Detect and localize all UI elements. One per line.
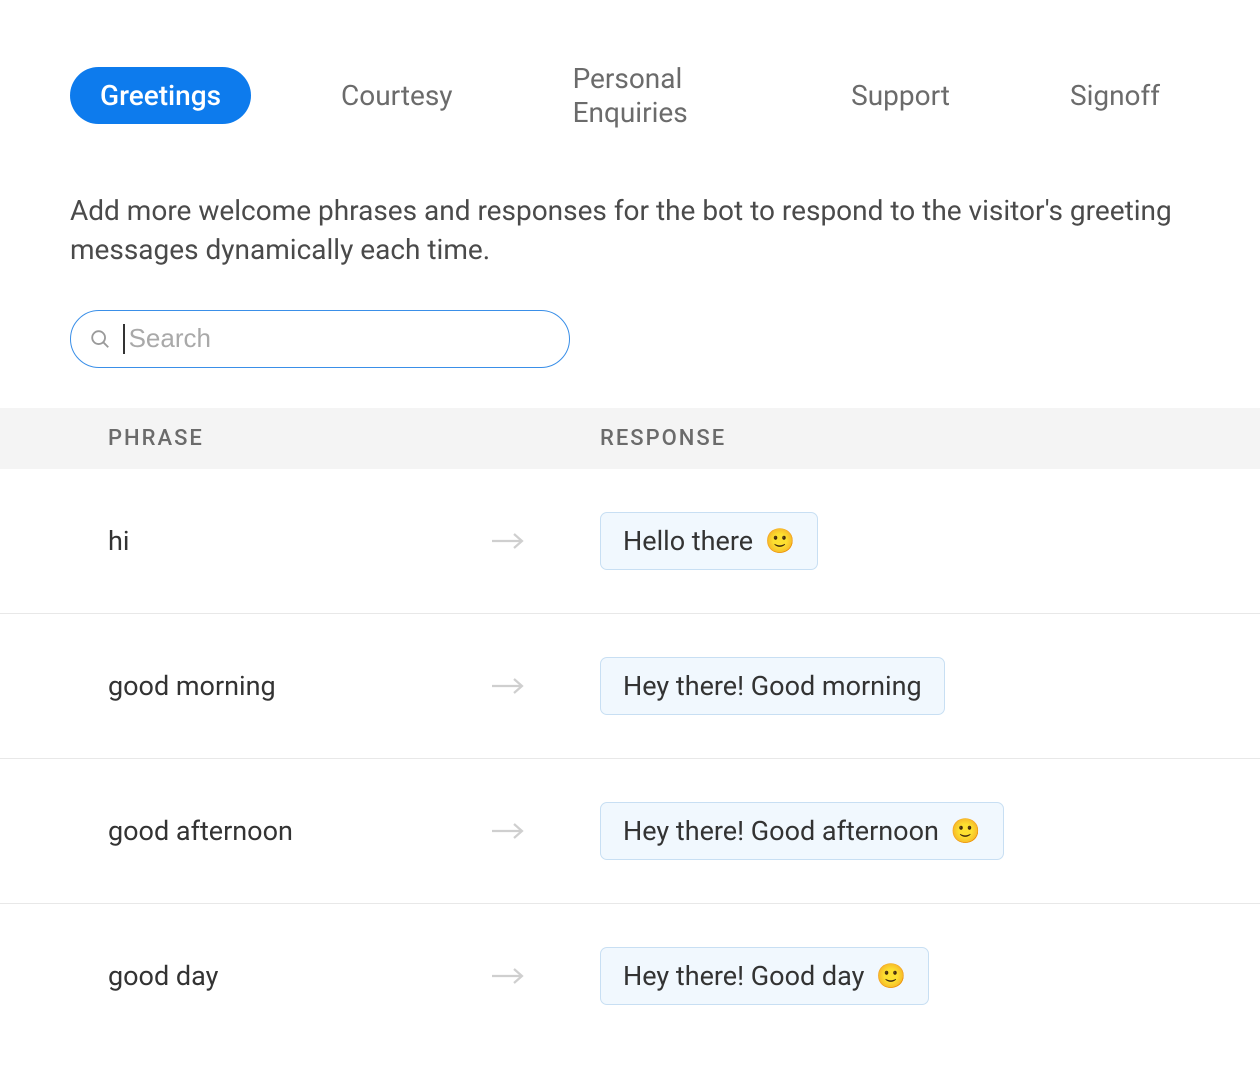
phrase-text: good day bbox=[0, 960, 490, 992]
arrow-right-icon bbox=[490, 676, 526, 696]
tab-personal-enquiries[interactable]: Personal Enquiries bbox=[543, 50, 762, 141]
smile-emoji-icon: 🙂 bbox=[876, 962, 906, 990]
arrow-right-icon bbox=[490, 531, 526, 551]
phrase-text: good morning bbox=[0, 670, 490, 702]
tab-courtesy[interactable]: Courtesy bbox=[311, 67, 483, 125]
table-row[interactable]: good afternoon Hey there! Good afternoon… bbox=[0, 759, 1260, 904]
table-row[interactable]: hi Hello there 🙂 bbox=[0, 469, 1260, 614]
response-text: Hey there! Good day bbox=[623, 960, 864, 992]
response-text: Hello there bbox=[623, 525, 753, 557]
tab-greetings[interactable]: Greetings bbox=[70, 67, 251, 125]
search-box[interactable] bbox=[70, 310, 570, 368]
table-row[interactable]: good morning Hey there! Good morning bbox=[0, 614, 1260, 759]
smile-emoji-icon: 🙂 bbox=[765, 527, 795, 555]
smile-emoji-icon: 🙂 bbox=[951, 817, 981, 845]
response-chip[interactable]: Hey there! Good day 🙂 bbox=[600, 947, 929, 1005]
phrase-text: hi bbox=[0, 525, 490, 557]
table-row[interactable]: good day Hey there! Good day 🙂 bbox=[0, 904, 1260, 1049]
arrow-right-icon bbox=[490, 821, 526, 841]
phrase-text: good afternoon bbox=[0, 815, 490, 847]
response-chip[interactable]: Hey there! Good afternoon 🙂 bbox=[600, 802, 1004, 860]
tabs-bar: Greetings Courtesy Personal Enquiries Su… bbox=[0, 50, 1260, 141]
column-header-phrase: PHRASE bbox=[0, 426, 560, 451]
table-header: PHRASE RESPONSE bbox=[0, 408, 1260, 469]
response-chip[interactable]: Hey there! Good morning bbox=[600, 657, 945, 715]
tab-support[interactable]: Support bbox=[821, 67, 980, 125]
arrow-right-icon bbox=[490, 966, 526, 986]
text-cursor bbox=[123, 324, 125, 354]
response-text: Hey there! Good afternoon bbox=[623, 815, 939, 847]
response-chip[interactable]: Hello there 🙂 bbox=[600, 512, 818, 570]
search-icon bbox=[89, 328, 111, 350]
tab-signoff[interactable]: Signoff bbox=[1040, 67, 1190, 125]
column-header-response: RESPONSE bbox=[560, 426, 726, 451]
description-text: Add more welcome phrases and responses f… bbox=[0, 141, 1260, 269]
search-input[interactable] bbox=[129, 323, 551, 354]
response-text: Hey there! Good morning bbox=[623, 670, 922, 702]
